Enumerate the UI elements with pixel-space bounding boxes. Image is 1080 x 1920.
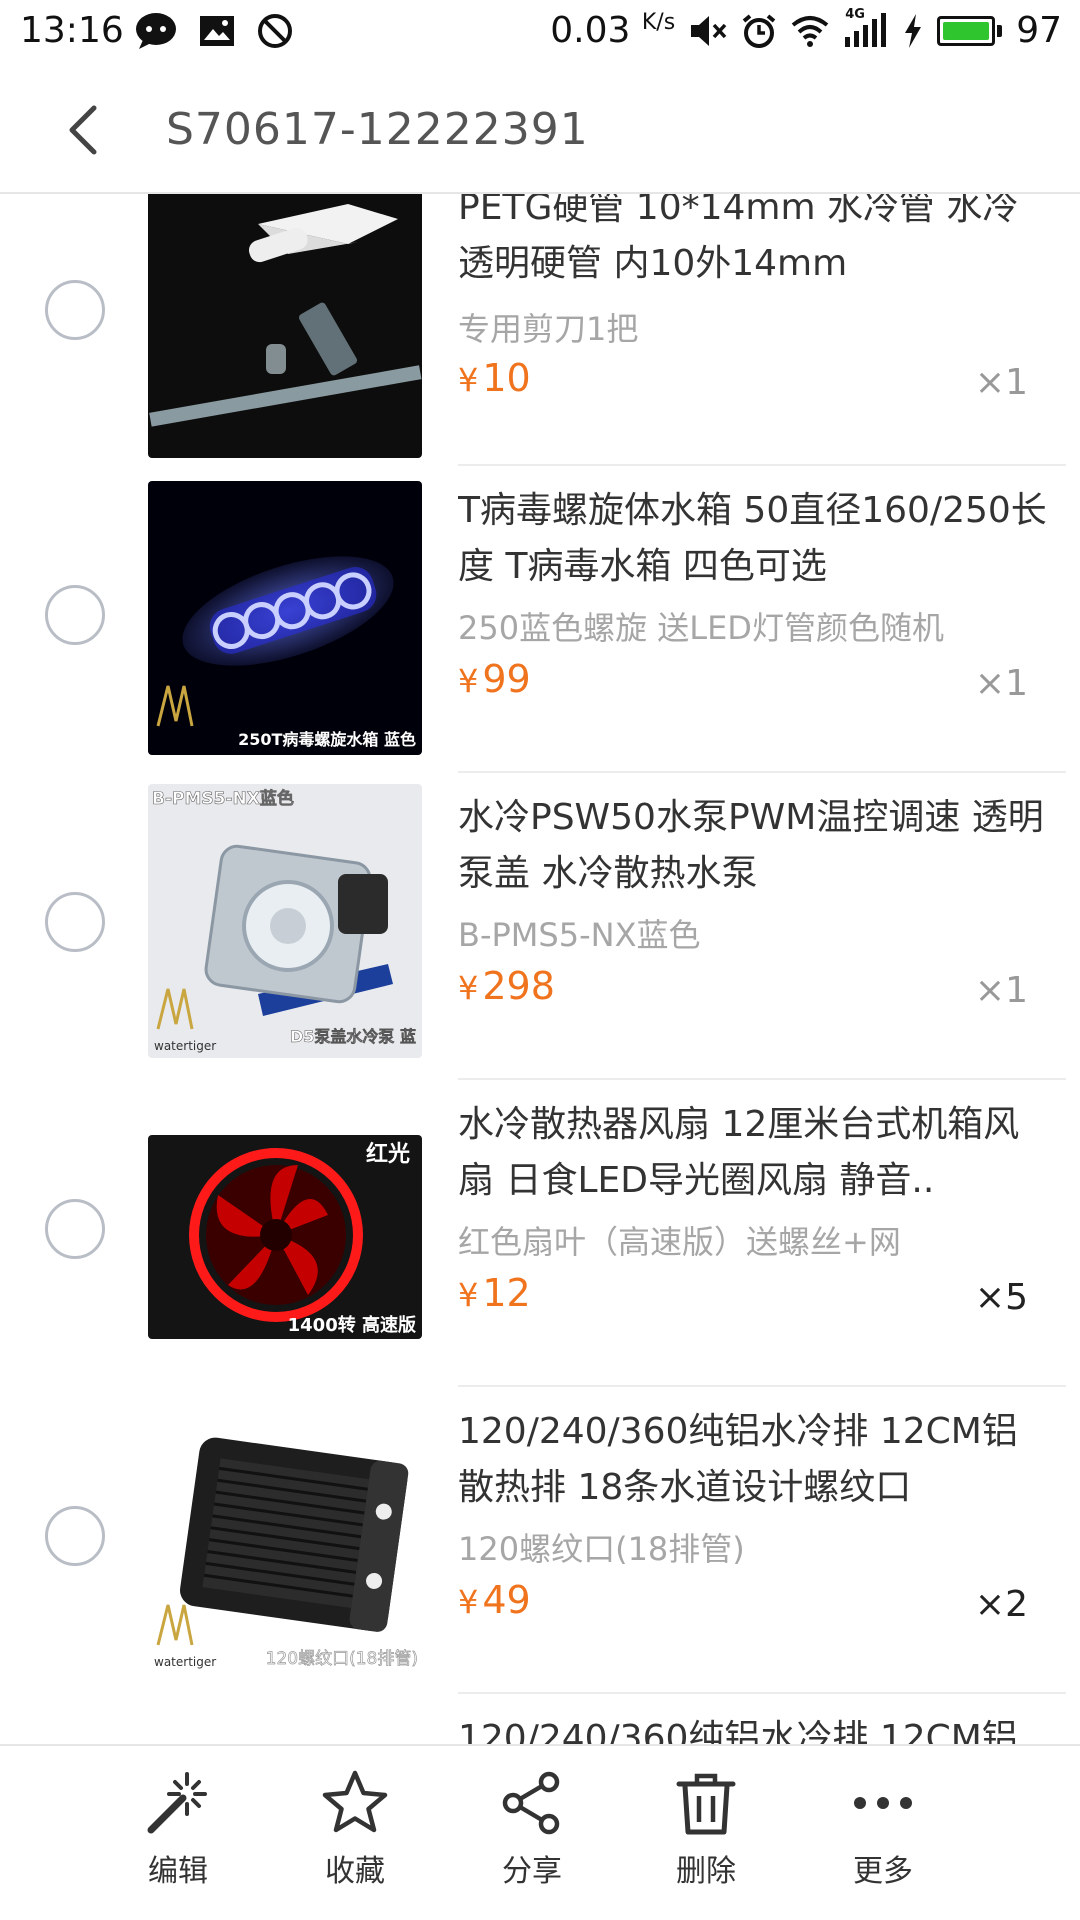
select-radio[interactable] xyxy=(45,280,105,340)
delete-button[interactable]: 删除 xyxy=(636,1768,776,1908)
net-speed: 0.03 K/s xyxy=(550,10,676,51)
svg-text:watertiger: watertiger xyxy=(154,1655,216,1669)
tab-label: 编辑 xyxy=(148,1854,208,1889)
product-sku: 250蓝色螺旋 送LED灯管颜色随机 xyxy=(458,609,944,647)
product-title[interactable]: T病毒螺旋体水箱 50直径160/250长度 T病毒水箱 四色可选 xyxy=(458,483,1048,595)
fan-image: 红光 1400转 高速版 xyxy=(148,1135,422,1339)
more-icon xyxy=(854,1797,912,1809)
select-radio[interactable] xyxy=(45,892,105,952)
magic-wand-icon xyxy=(147,1772,207,1834)
back-button[interactable] xyxy=(52,100,112,160)
status-time: 13:16 xyxy=(20,10,124,51)
svg-text:250T病毒螺旋水箱 蓝色: 250T病毒螺旋水箱 蓝色 xyxy=(238,730,416,749)
wifi-icon xyxy=(791,15,829,47)
product-image[interactable]: 红光 1400转 高速版 xyxy=(148,1135,422,1339)
status-bar: 13:16 0.03 K/s 4G 97 xyxy=(0,0,1080,66)
bottom-action-bar: 编辑 收藏 分享 删除 更多 xyxy=(0,1744,1080,1920)
tab-label: 分享 xyxy=(502,1854,562,1889)
product-title[interactable]: PETG硬管 10*14mm 水冷管 水冷透明硬管 内10外14mm xyxy=(458,194,1048,292)
product-sku: 120螺纹口(18排管) xyxy=(458,1530,745,1568)
product-image[interactable]: B-PMS5-NX蓝色 watertiger D5泵盖水冷泵 蓝 xyxy=(148,784,422,1058)
product-price: ¥298 xyxy=(458,964,555,1008)
svg-text:watertiger: watertiger xyxy=(154,1039,216,1053)
product-qty: ×1 xyxy=(974,970,1028,1011)
product-price: ¥10 xyxy=(458,356,531,400)
pipe-cutter-image xyxy=(148,194,422,458)
product-image[interactable]: 250T病毒螺旋水箱 蓝色 xyxy=(148,481,422,755)
svg-text:红光: 红光 xyxy=(366,1141,410,1167)
product-image[interactable]: watertiger 120螺纹口(18排管) xyxy=(148,1430,422,1704)
svg-text:120螺纹口(18排管): 120螺纹口(18排管) xyxy=(266,1649,418,1669)
mute-icon xyxy=(691,15,727,46)
product-qty: ×2 xyxy=(974,1584,1028,1625)
product-qty: ×5 xyxy=(974,1277,1028,1318)
radiator-image: watertiger 120螺纹口(18排管) xyxy=(148,1430,422,1680)
page-title: S70617-12222391 xyxy=(166,104,589,155)
product-price: ¥12 xyxy=(458,1271,531,1315)
image-icon xyxy=(200,16,234,46)
water-pump-image: B-PMS5-NX蓝色 watertiger D5泵盖水冷泵 蓝 xyxy=(148,784,422,1058)
list-item[interactable]: watertiger 120螺纹口(18排管) 120/240/360纯铝水冷排… xyxy=(0,1386,1080,1694)
more-button[interactable]: 更多 xyxy=(813,1768,953,1908)
product-image[interactable] xyxy=(148,194,422,458)
list-item[interactable]: B-PMS5-NX蓝色 watertiger D5泵盖水冷泵 蓝 水冷PSW50… xyxy=(0,772,1080,1080)
product-sku: 红色扇叶（高速版）送螺丝+网 xyxy=(458,1223,901,1261)
cart-item-list[interactable]: PETG硬管 10*14mm 水冷管 水冷透明硬管 内10外14mm 专用剪刀1… xyxy=(0,194,1080,1744)
svg-text:1400转 高速版: 1400转 高速版 xyxy=(288,1314,416,1336)
tab-label: 收藏 xyxy=(325,1854,385,1889)
product-sku: 专用剪刀1把 xyxy=(458,310,639,348)
charging-icon xyxy=(905,13,922,48)
share-icon xyxy=(502,1771,560,1835)
tab-label: 更多 xyxy=(853,1854,913,1889)
status-right: 0.03 K/s 4G 97 xyxy=(550,7,1062,52)
star-icon xyxy=(322,1770,388,1833)
spiral-reservoir-image: 250T病毒螺旋水箱 蓝色 xyxy=(148,481,422,755)
app-header: S70617-12222391 xyxy=(0,66,1080,194)
list-item[interactable]: 120/240/360纯铝水冷排 12CM铝 xyxy=(0,1693,1080,1744)
select-radio[interactable] xyxy=(45,1199,105,1259)
share-button[interactable]: 分享 xyxy=(462,1768,602,1908)
product-sku: B-PMS5-NX蓝色 xyxy=(458,916,701,954)
select-radio[interactable] xyxy=(45,585,105,645)
product-title[interactable]: 120/240/360纯铝水冷排 12CM铝散热排 18条水道设计螺纹口 xyxy=(458,1404,1048,1516)
product-title[interactable]: 水冷散热器风扇 12厘米台式机箱风扇 日食LED导光圈风扇 静音.. xyxy=(458,1097,1048,1209)
product-price: ¥99 xyxy=(458,657,531,701)
chevron-left-icon xyxy=(69,105,97,155)
product-qty: ×1 xyxy=(974,362,1028,403)
list-item[interactable]: 红光 1400转 高速版 水冷散热器风扇 12厘米台式机箱风扇 日食LED导光圈… xyxy=(0,1079,1080,1387)
notification-icons xyxy=(135,12,293,50)
list-item[interactable]: 250T病毒螺旋水箱 蓝色 T病毒螺旋体水箱 50直径160/250长度 T病毒… xyxy=(0,465,1080,773)
battery-level: 97 xyxy=(1016,10,1062,51)
chat-bubble-icon xyxy=(136,13,176,49)
svg-text:D5泵盖水冷泵 蓝: D5泵盖水冷泵 蓝 xyxy=(290,1027,416,1046)
alarm-icon xyxy=(742,13,776,48)
blocked-icon xyxy=(258,14,292,48)
list-item[interactable]: PETG硬管 10*14mm 水冷管 水冷透明硬管 内10外14mm 专用剪刀1… xyxy=(0,194,1080,466)
product-title[interactable]: 120/240/360纯铝水冷排 12CM铝 xyxy=(458,1711,1048,1744)
battery-icon xyxy=(937,15,1003,46)
product-qty: ×1 xyxy=(974,663,1028,704)
product-title[interactable]: 水冷PSW50水泵PWM温控调速 透明泵盖 水冷散热水泵 xyxy=(458,790,1048,902)
edit-button[interactable]: 编辑 xyxy=(108,1768,248,1908)
svg-text:B-PMS5-NX蓝色: B-PMS5-NX蓝色 xyxy=(152,788,294,809)
select-radio[interactable] xyxy=(45,1506,105,1566)
product-price: ¥49 xyxy=(458,1578,531,1622)
favorite-button[interactable]: 收藏 xyxy=(285,1768,425,1908)
trash-icon xyxy=(676,1773,736,1835)
tab-label: 删除 xyxy=(676,1854,736,1889)
signal-icon: 4G xyxy=(843,7,889,49)
app-screen: 13:16 0.03 K/s 4G 97 S70617-12222391 PET… xyxy=(0,0,1080,1920)
